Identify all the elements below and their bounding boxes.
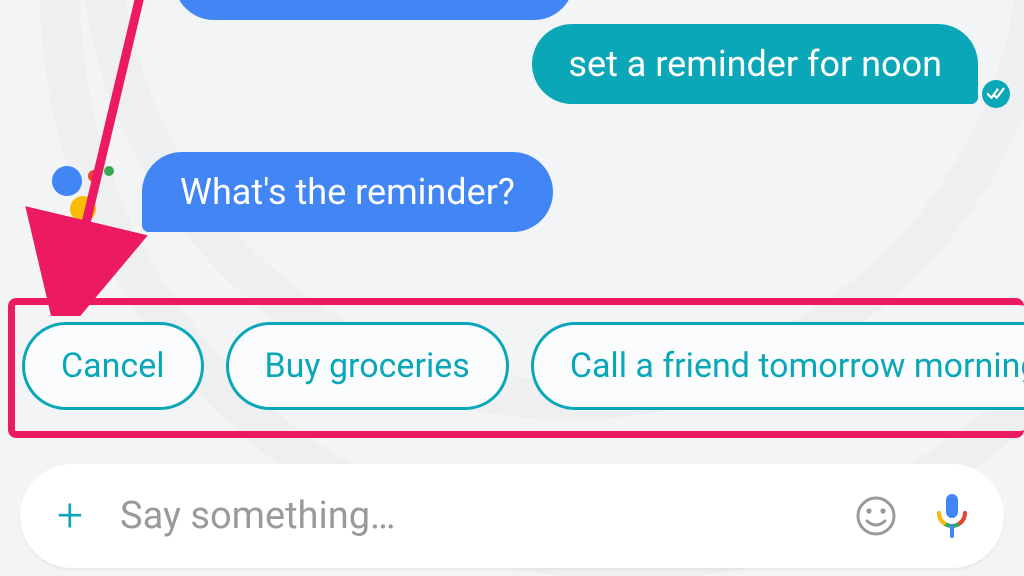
chip-call-friend[interactable]: Call a friend tomorrow morning [531,322,1024,410]
assistant-dot-red [88,170,100,182]
outgoing-message-row: set a reminder for noon [532,24,1010,104]
suggestion-chip-row: Cancel Buy groceries Call a friend tomor… [22,322,1024,410]
assistant-dot-yellow [70,196,96,222]
message-input[interactable]: Say something… [120,494,824,538]
mic-icon[interactable] [928,492,976,540]
incoming-message-row: What's the reminder? [46,152,553,232]
chat-area: set a reminder for noon What's the remin… [0,0,1024,300]
chip-cancel[interactable]: Cancel [22,322,204,410]
add-attachment-button[interactable]: + [48,493,92,539]
incoming-message-bubble: What's the reminder? [142,152,553,232]
outgoing-message-bubble: set a reminder for noon [532,24,978,104]
assistant-logo [46,162,118,222]
message-input-bar: + Say something… [20,464,1004,568]
emoji-icon[interactable] [852,492,900,540]
chip-buy-groceries[interactable]: Buy groceries [226,322,509,410]
double-check-icon [982,80,1010,108]
assistant-dot-green [104,166,114,176]
assistant-dot-blue [52,166,82,196]
